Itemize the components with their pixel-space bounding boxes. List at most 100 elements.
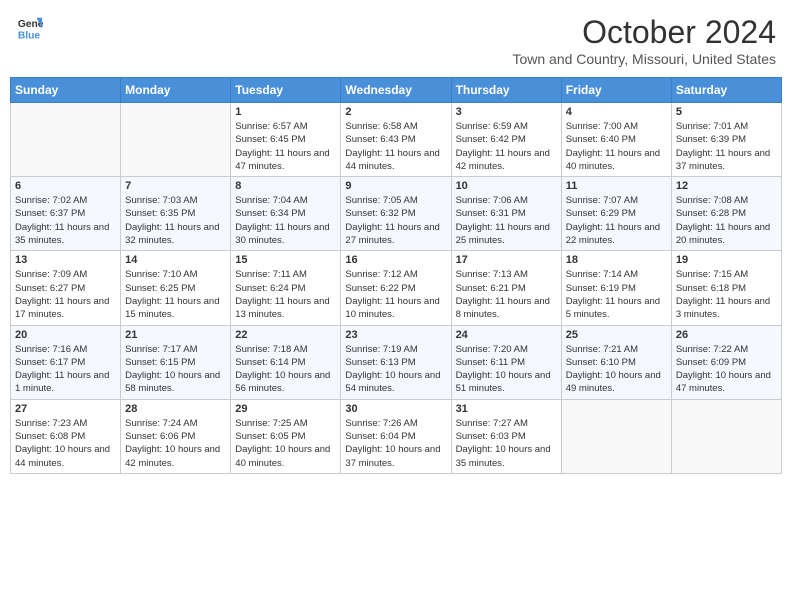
title-block: October 2024 Town and Country, Missouri,… <box>512 14 776 67</box>
day-info: Sunrise: 7:22 AM Sunset: 6:09 PM Dayligh… <box>676 343 777 396</box>
calendar-cell: 4Sunrise: 7:00 AM Sunset: 6:40 PM Daylig… <box>561 103 671 177</box>
day-number: 28 <box>125 403 226 415</box>
calendar-cell: 8 Sunrise: 7:04 AM Sunset: 6:34 PM Daylig… <box>231 177 341 251</box>
day-info: Sunrise: 7:06 AM Sunset: 6:31 PM Dayligh… <box>456 194 557 247</box>
day-number: 2 <box>345 106 446 118</box>
calendar-cell: 2 Sunrise: 6:58 AM Sunset: 6:43 PM Daylig… <box>341 103 451 177</box>
day-info: Sunrise: 7:14 AM Sunset: 6:19 PM Dayligh… <box>566 268 667 321</box>
logo: General Blue <box>16 14 44 42</box>
day-info: Sunrise: 7:19 AM Sunset: 6:13 PM Dayligh… <box>345 343 446 396</box>
day-number: 29 <box>235 403 336 415</box>
day-info: Sunrise: 7:04 AM Sunset: 6:34 PM Dayligh… <box>235 194 336 247</box>
calendar-cell: 3Sunrise: 6:59 AM Sunset: 6:42 PM Daylig… <box>451 103 561 177</box>
day-info: Sunrise: 7:09 AM Sunset: 6:27 PM Dayligh… <box>15 268 116 321</box>
day-number: 17 <box>456 254 557 266</box>
day-number: 10 <box>456 180 557 192</box>
calendar-cell <box>121 103 231 177</box>
logo-icon: General Blue <box>16 14 44 42</box>
location-title: Town and Country, Missouri, United State… <box>512 51 776 67</box>
calendar-cell: 28Sunrise: 7:24 AM Sunset: 6:06 PM Dayli… <box>121 399 231 473</box>
day-number: 22 <box>235 329 336 341</box>
day-number: 11 <box>566 180 667 192</box>
calendar-cell: 13 Sunrise: 7:09 AM Sunset: 6:27 PM Dayli… <box>11 251 121 325</box>
day-number: 26 <box>676 329 777 341</box>
calendar-cell: 19Sunrise: 7:15 AM Sunset: 6:18 PM Dayli… <box>671 251 781 325</box>
calendar-cell: 12Sunrise: 7:08 AM Sunset: 6:28 PM Dayli… <box>671 177 781 251</box>
day-of-week-header: Thursday <box>451 78 561 103</box>
day-number: 8 <box>235 180 336 192</box>
calendar-cell: 23Sunrise: 7:19 AM Sunset: 6:13 PM Dayli… <box>341 325 451 399</box>
day-number: 9 <box>345 180 446 192</box>
day-info: Sunrise: 7:10 AM Sunset: 6:25 PM Dayligh… <box>125 268 226 321</box>
day-of-week-header: Saturday <box>671 78 781 103</box>
calendar-cell: 9 Sunrise: 7:05 AM Sunset: 6:32 PM Daylig… <box>341 177 451 251</box>
day-info: Sunrise: 7:05 AM Sunset: 6:32 PM Dayligh… <box>345 194 446 247</box>
calendar-cell: 30 Sunrise: 7:26 AM Sunset: 6:04 PM Dayli… <box>341 399 451 473</box>
calendar-cell <box>561 399 671 473</box>
day-number: 21 <box>125 329 226 341</box>
calendar-table: SundayMondayTuesdayWednesdayThursdayFrid… <box>10 77 782 474</box>
day-info: Sunrise: 7:23 AM Sunset: 6:08 PM Dayligh… <box>15 417 116 470</box>
calendar-cell: 21 Sunrise: 7:17 AM Sunset: 6:15 PM Dayli… <box>121 325 231 399</box>
day-info: Sunrise: 7:12 AM Sunset: 6:22 PM Dayligh… <box>345 268 446 321</box>
day-info: Sunrise: 7:20 AM Sunset: 6:11 PM Dayligh… <box>456 343 557 396</box>
day-number: 18 <box>566 254 667 266</box>
day-number: 12 <box>676 180 777 192</box>
calendar-cell: 20 Sunrise: 7:16 AM Sunset: 6:17 PM Dayli… <box>11 325 121 399</box>
calendar-week-row: 27 Sunrise: 7:23 AM Sunset: 6:08 PM Dayli… <box>11 399 782 473</box>
day-info: Sunrise: 7:27 AM Sunset: 6:03 PM Dayligh… <box>456 417 557 470</box>
calendar-cell: 6Sunrise: 7:02 AM Sunset: 6:37 PM Daylig… <box>11 177 121 251</box>
calendar-cell: 29 Sunrise: 7:25 AM Sunset: 6:05 PM Dayli… <box>231 399 341 473</box>
day-info: Sunrise: 7:17 AM Sunset: 6:15 PM Dayligh… <box>125 343 226 396</box>
day-info: Sunrise: 7:02 AM Sunset: 6:37 PM Dayligh… <box>15 194 116 247</box>
calendar-cell: 14 Sunrise: 7:10 AM Sunset: 6:25 PM Dayli… <box>121 251 231 325</box>
calendar-cell <box>671 399 781 473</box>
calendar-cell: 26 Sunrise: 7:22 AM Sunset: 6:09 PM Dayli… <box>671 325 781 399</box>
day-of-week-header: Friday <box>561 78 671 103</box>
day-info: Sunrise: 7:16 AM Sunset: 6:17 PM Dayligh… <box>15 343 116 396</box>
day-info: Sunrise: 7:07 AM Sunset: 6:29 PM Dayligh… <box>566 194 667 247</box>
calendar-cell: 18 Sunrise: 7:14 AM Sunset: 6:19 PM Dayli… <box>561 251 671 325</box>
calendar-cell: 7Sunrise: 7:03 AM Sunset: 6:35 PM Daylig… <box>121 177 231 251</box>
calendar-week-row: 20 Sunrise: 7:16 AM Sunset: 6:17 PM Dayli… <box>11 325 782 399</box>
day-info: Sunrise: 7:11 AM Sunset: 6:24 PM Dayligh… <box>235 268 336 321</box>
calendar-cell: 27 Sunrise: 7:23 AM Sunset: 6:08 PM Dayli… <box>11 399 121 473</box>
calendar-cell: 16 Sunrise: 7:12 AM Sunset: 6:22 PM Dayli… <box>341 251 451 325</box>
day-number: 20 <box>15 329 116 341</box>
calendar-cell: 17 Sunrise: 7:13 AM Sunset: 6:21 PM Dayli… <box>451 251 561 325</box>
day-info: Sunrise: 6:57 AM Sunset: 6:45 PM Dayligh… <box>235 120 336 173</box>
page-header: General Blue October 2024 Town and Count… <box>10 10 782 71</box>
calendar-week-row: 6Sunrise: 7:02 AM Sunset: 6:37 PM Daylig… <box>11 177 782 251</box>
day-info: Sunrise: 7:26 AM Sunset: 6:04 PM Dayligh… <box>345 417 446 470</box>
calendar-cell: 31Sunrise: 7:27 AM Sunset: 6:03 PM Dayli… <box>451 399 561 473</box>
calendar-cell <box>11 103 121 177</box>
calendar-week-row: 1 Sunrise: 6:57 AM Sunset: 6:45 PM Daylig… <box>11 103 782 177</box>
day-number: 1 <box>235 106 336 118</box>
day-info: Sunrise: 6:59 AM Sunset: 6:42 PM Dayligh… <box>456 120 557 173</box>
day-number: 15 <box>235 254 336 266</box>
day-number: 27 <box>15 403 116 415</box>
day-info: Sunrise: 7:18 AM Sunset: 6:14 PM Dayligh… <box>235 343 336 396</box>
day-number: 14 <box>125 254 226 266</box>
calendar-cell: 1 Sunrise: 6:57 AM Sunset: 6:45 PM Daylig… <box>231 103 341 177</box>
day-of-week-header: Tuesday <box>231 78 341 103</box>
day-info: Sunrise: 7:13 AM Sunset: 6:21 PM Dayligh… <box>456 268 557 321</box>
calendar-cell: 24 Sunrise: 7:20 AM Sunset: 6:11 PM Dayli… <box>451 325 561 399</box>
day-number: 13 <box>15 254 116 266</box>
calendar-cell: 5Sunrise: 7:01 AM Sunset: 6:39 PM Daylig… <box>671 103 781 177</box>
day-number: 25 <box>566 329 667 341</box>
svg-text:Blue: Blue <box>18 30 41 41</box>
day-of-week-header: Monday <box>121 78 231 103</box>
day-number: 5 <box>676 106 777 118</box>
day-info: Sunrise: 7:21 AM Sunset: 6:10 PM Dayligh… <box>566 343 667 396</box>
day-info: Sunrise: 7:25 AM Sunset: 6:05 PM Dayligh… <box>235 417 336 470</box>
day-of-week-header: Wednesday <box>341 78 451 103</box>
month-title: October 2024 <box>512 14 776 51</box>
day-info: Sunrise: 7:03 AM Sunset: 6:35 PM Dayligh… <box>125 194 226 247</box>
calendar-week-row: 13 Sunrise: 7:09 AM Sunset: 6:27 PM Dayli… <box>11 251 782 325</box>
calendar-cell: 11 Sunrise: 7:07 AM Sunset: 6:29 PM Dayli… <box>561 177 671 251</box>
day-number: 16 <box>345 254 446 266</box>
day-number: 24 <box>456 329 557 341</box>
day-info: Sunrise: 6:58 AM Sunset: 6:43 PM Dayligh… <box>345 120 446 173</box>
day-number: 30 <box>345 403 446 415</box>
